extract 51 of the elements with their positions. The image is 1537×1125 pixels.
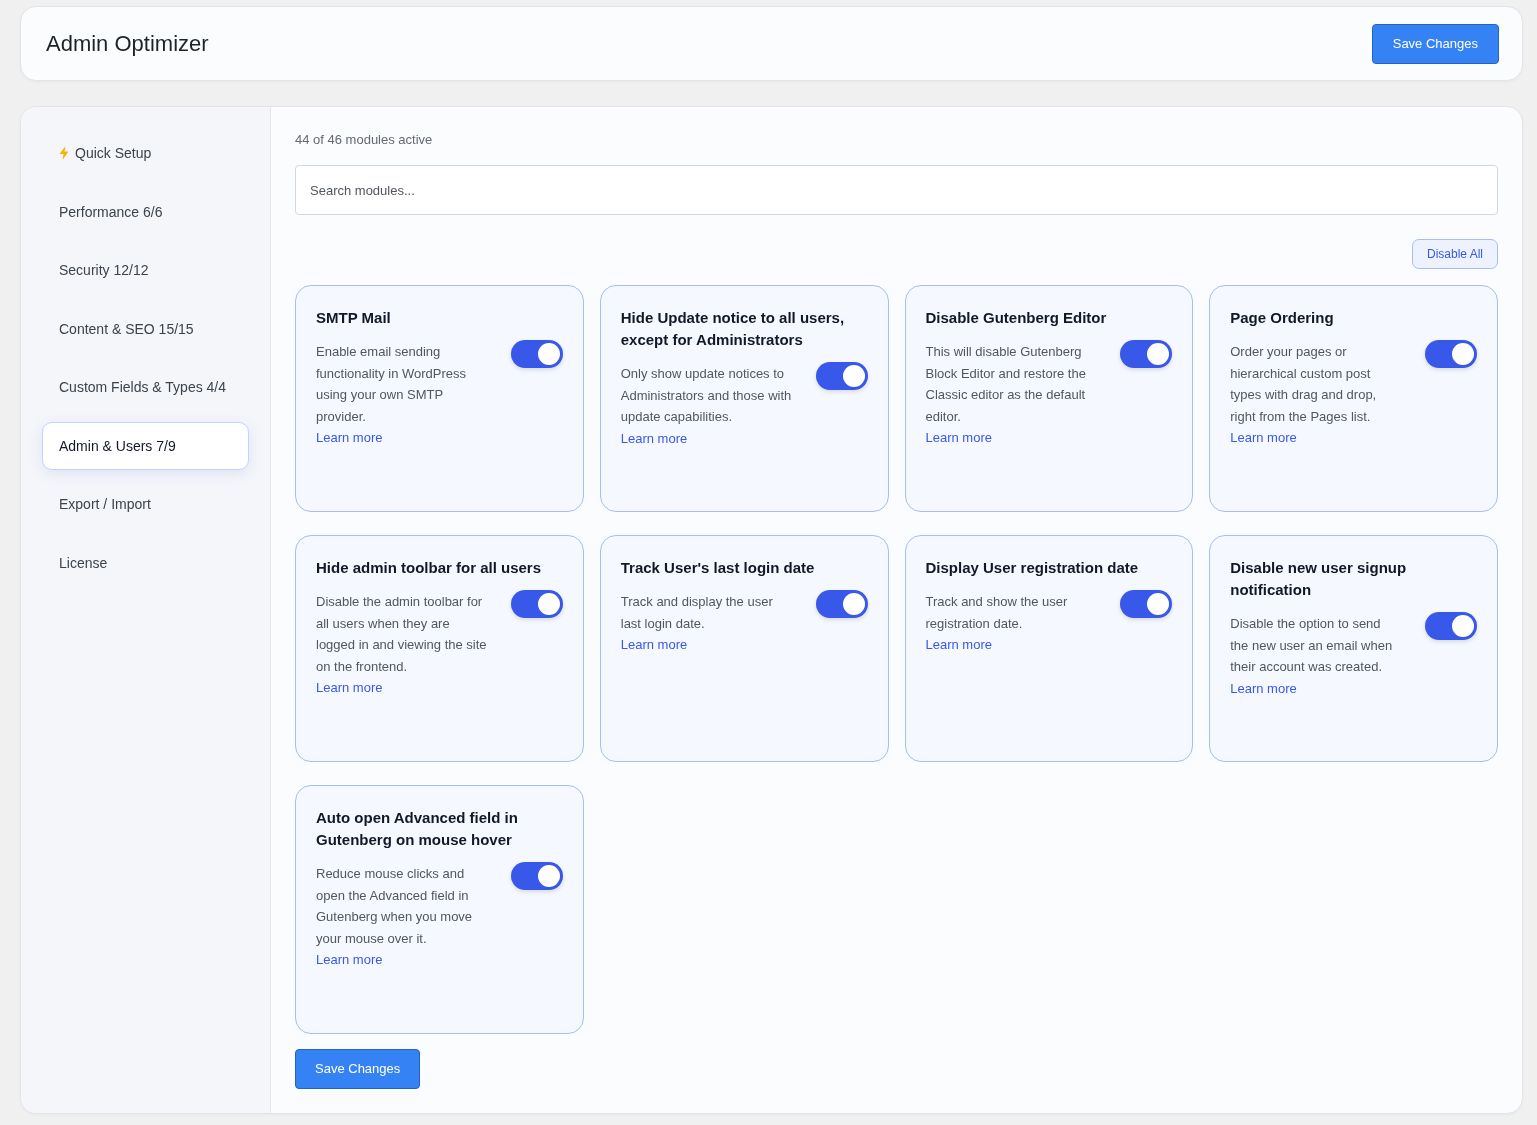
sidebar-item[interactable]: Admin & Users 7/9 <box>42 421 249 470</box>
module-description: This will disable Gutenberg Block Editor and restore the Classic editor as the default editor. <box>925 343 1087 426</box>
module-title: SMTP Mail <box>316 308 392 328</box>
learn-more-link[interactable]: Learn more <box>925 634 992 656</box>
module-title: Auto open Advanced field in Gutenberg on mouse hover <box>316 808 519 850</box>
module-description: Reduce mouse clicks and open the Advanced field in Gutenberg when you move your mouse over it. <box>316 865 474 948</box>
search-field[interactable]: Search modules... <box>295 165 1498 215</box>
lightning-icon <box>59 146 69 160</box>
toggle-switch[interactable] <box>1120 590 1173 618</box>
module-title: Disable Gutenberg Editor <box>925 308 1108 328</box>
learn-more-link[interactable]: Learn more <box>620 634 688 656</box>
learn-more-link[interactable]: Learn more <box>316 949 383 971</box>
learn-more-link[interactable]: Learn more <box>316 677 383 699</box>
module-title: Hide Update notice to all users, except for Administrators <box>620 308 846 350</box>
save-changes-button[interactable]: Save Changes <box>1371 23 1499 64</box>
module-description: Enable email sending functionality in WordPress using your own SMTP provider. <box>316 343 468 426</box>
app-title: Admin Optimizer <box>46 30 209 57</box>
learn-more-link[interactable]: Learn more <box>1230 427 1297 449</box>
learn-more-link[interactable]: Learn more <box>316 427 383 449</box>
toggle-switch[interactable] <box>1425 612 1477 640</box>
sidebar-item[interactable]: Quick Setup <box>42 129 249 177</box>
modules-status-text: 44 of 46 modules active <box>295 131 434 149</box>
sidebar-item[interactable]: Performance 6/6 <box>42 187 249 236</box>
module-description: Disable the option to send the new user an email when their account was created. <box>1230 615 1394 676</box>
module-title: Page Ordering <box>1230 308 1335 328</box>
module-description: Track and display the user last login date. <box>620 593 774 633</box>
toggle-switch[interactable] <box>510 590 563 618</box>
toggle-switch[interactable] <box>815 362 868 390</box>
toggle-switch[interactable] <box>1425 340 1477 368</box>
disable-all-button[interactable]: Disable All <box>1411 239 1498 269</box>
module-description: Only show update notices to Administrators and those with update capabilities. <box>620 365 792 426</box>
learn-more-link[interactable]: Learn more <box>925 427 992 449</box>
module-description: Track and show the user registration date. <box>925 593 1069 633</box>
module-title: Hide admin toolbar for all users <box>316 558 543 578</box>
save-changes-button[interactable]: Save Changes <box>295 1048 421 1089</box>
module-title: Display User registration date <box>925 558 1140 578</box>
sidebar-item[interactable]: Export / Import <box>42 480 249 528</box>
sidebar-item[interactable]: Security 12/12 <box>42 246 249 294</box>
toggle-switch[interactable] <box>1120 340 1173 368</box>
toggle-switch[interactable] <box>815 590 868 618</box>
learn-more-link[interactable]: Learn more <box>1230 677 1297 699</box>
module-title: Disable new user signup notification <box>1230 558 1408 600</box>
module-description: Disable the admin toolbar for all users when they are logged in and viewing the site on the frontend. <box>316 593 487 676</box>
learn-more-link[interactable]: Learn more <box>620 427 688 449</box>
toggle-switch[interactable] <box>510 340 563 368</box>
module-description: Order your pages or hierarchical custom post types with drag and drop, right from the Pages list. <box>1230 343 1378 426</box>
sidebar-item[interactable]: Custom Fields & Types 4/4 <box>42 363 249 411</box>
sidebar-item[interactable]: License <box>42 538 249 587</box>
module-title: Track User's last login date <box>620 558 816 578</box>
toggle-switch[interactable] <box>510 862 563 890</box>
sidebar-item[interactable]: Content & SEO 15/15 <box>42 304 249 353</box>
